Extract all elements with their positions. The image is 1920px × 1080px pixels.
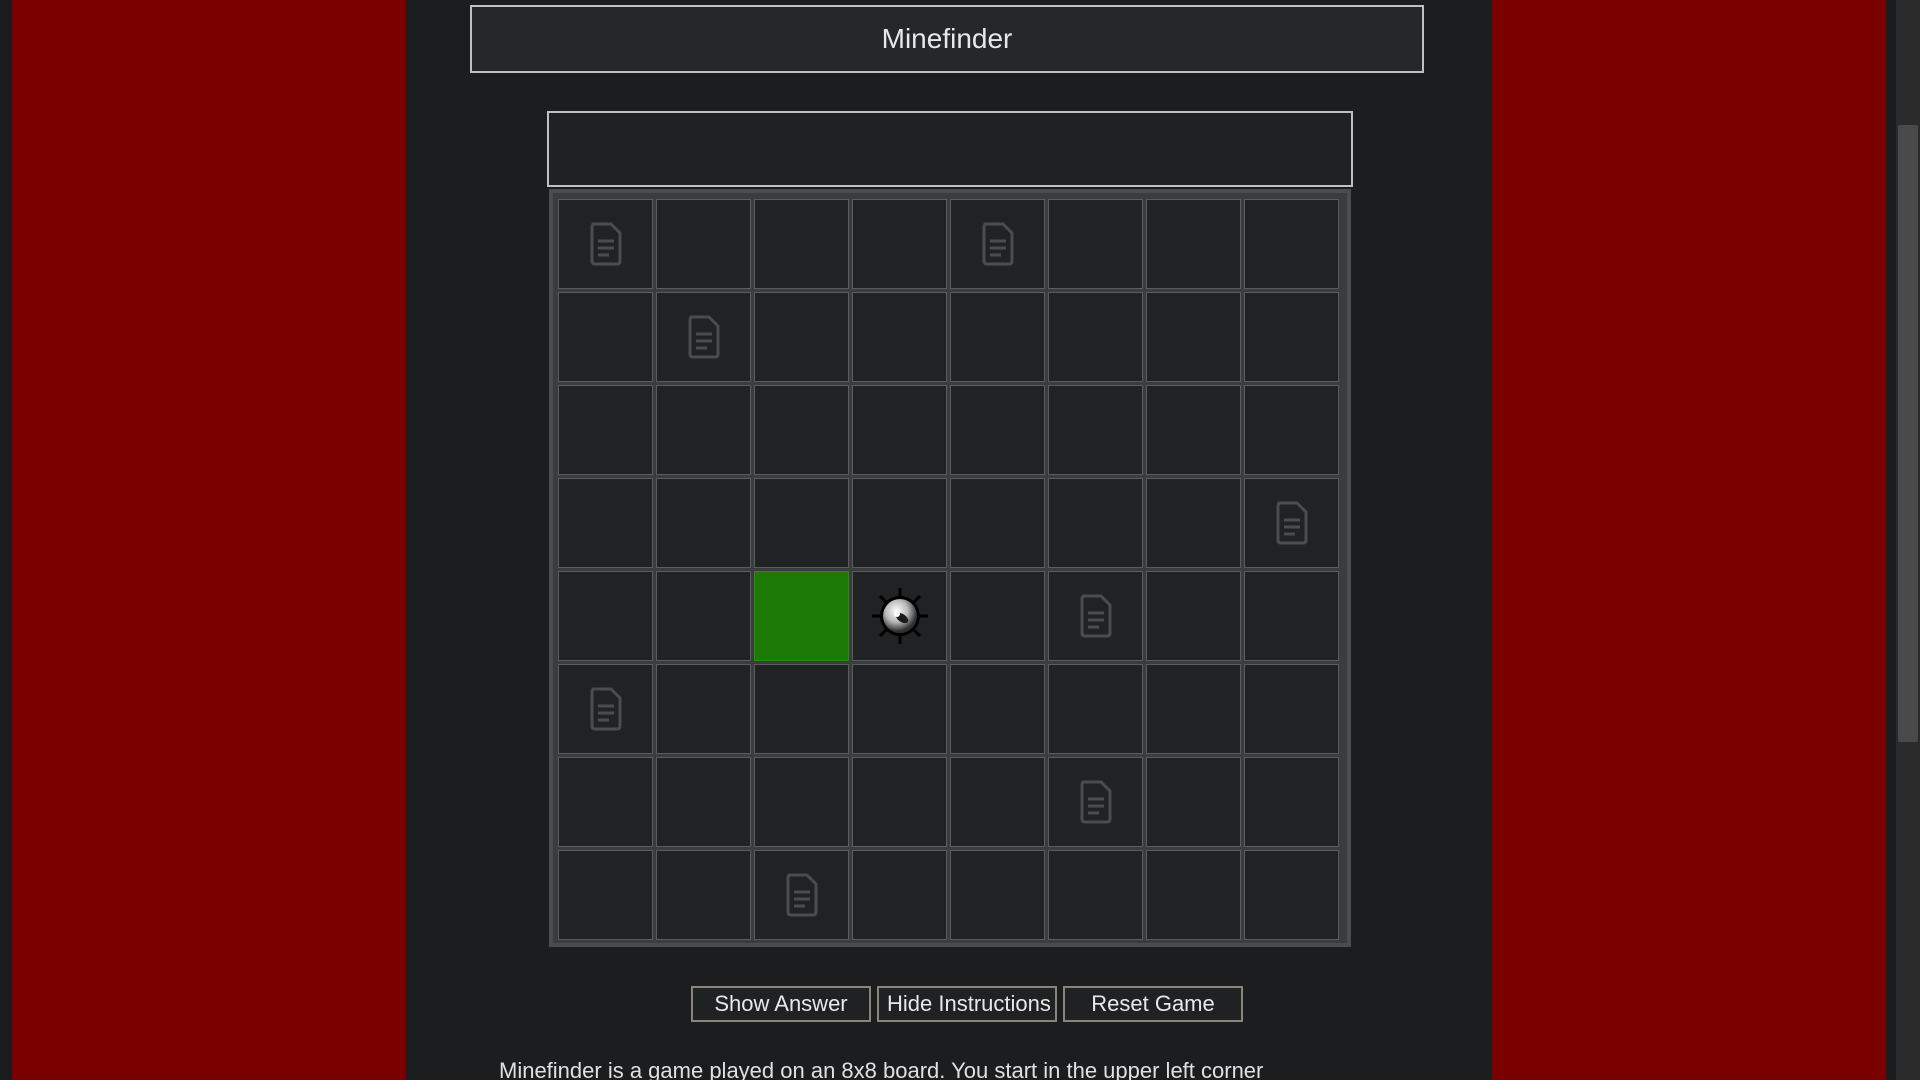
page: Minefinder Show Answer Hide Instructions… (0, 0, 1920, 1080)
board-cell[interactable] (754, 757, 849, 847)
document-icon (1077, 593, 1115, 639)
left-side-panel (12, 0, 406, 1080)
document-icon (979, 221, 1017, 267)
board-cell[interactable] (754, 478, 849, 568)
board-cell[interactable] (852, 571, 947, 661)
board-grid (558, 199, 1342, 940)
board-cell[interactable] (754, 292, 849, 382)
document-icon (1077, 779, 1115, 825)
board-cell[interactable] (1146, 757, 1241, 847)
board-cell[interactable] (1146, 292, 1241, 382)
board-cell[interactable] (950, 571, 1045, 661)
board-cell[interactable] (1244, 199, 1339, 289)
right-side-panel (1492, 0, 1886, 1080)
board-cell[interactable] (950, 199, 1045, 289)
button-bar: Show Answer Hide Instructions Reset Game (691, 986, 1243, 1022)
board-cell[interactable] (558, 664, 653, 754)
board-cell[interactable] (754, 199, 849, 289)
hide-instructions-button[interactable]: Hide Instructions (877, 986, 1057, 1022)
board-cell[interactable] (852, 757, 947, 847)
board-cell[interactable] (950, 478, 1045, 568)
board-cell[interactable] (1048, 850, 1143, 940)
board-cell[interactable] (950, 385, 1045, 475)
board-cell[interactable] (656, 571, 751, 661)
board-cell[interactable] (656, 385, 751, 475)
status-message-box (547, 111, 1353, 187)
board-cell[interactable] (852, 850, 947, 940)
game-board (549, 189, 1351, 947)
board-cell[interactable] (656, 199, 751, 289)
main-content: Minefinder Show Answer Hide Instructions… (406, 0, 1492, 1080)
board-cell[interactable] (1146, 571, 1241, 661)
board-cell[interactable] (1048, 199, 1143, 289)
board-cell[interactable] (950, 292, 1045, 382)
show-answer-button[interactable]: Show Answer (691, 986, 871, 1022)
board-cell[interactable] (656, 478, 751, 568)
board-cell[interactable] (656, 850, 751, 940)
document-icon (587, 221, 625, 267)
document-icon (783, 872, 821, 918)
scrollbar-thumb[interactable] (1898, 125, 1918, 742)
board-cell[interactable] (754, 850, 849, 940)
board-cell[interactable] (656, 292, 751, 382)
board-cell[interactable] (852, 385, 947, 475)
board-cell[interactable] (558, 571, 653, 661)
board-cell[interactable] (1244, 478, 1339, 568)
board-cell[interactable] (1146, 664, 1241, 754)
board-cell[interactable] (1048, 664, 1143, 754)
board-cell[interactable] (1146, 478, 1241, 568)
board-cell[interactable] (852, 292, 947, 382)
document-icon (1273, 500, 1311, 546)
board-cell[interactable] (1244, 757, 1339, 847)
board-cell[interactable] (558, 850, 653, 940)
board-cell[interactable] (558, 757, 653, 847)
board-cell[interactable] (656, 664, 751, 754)
document-icon (685, 314, 723, 360)
board-cell[interactable] (1146, 385, 1241, 475)
board-cell[interactable] (950, 850, 1045, 940)
board-cell[interactable] (1244, 850, 1339, 940)
board-cell[interactable] (1048, 385, 1143, 475)
board-cell[interactable] (1244, 292, 1339, 382)
board-cell[interactable] (1048, 571, 1143, 661)
board-cell[interactable] (852, 478, 947, 568)
page-title: Minefinder (470, 5, 1424, 73)
board-cell[interactable] (950, 757, 1045, 847)
board-cell[interactable] (1048, 292, 1143, 382)
board-cell[interactable] (1146, 850, 1241, 940)
board-cell[interactable] (852, 199, 947, 289)
board-cell[interactable] (1048, 757, 1143, 847)
board-cell[interactable] (558, 199, 653, 289)
mine-icon (870, 586, 930, 646)
board-cell[interactable] (1244, 385, 1339, 475)
board-cell[interactable] (950, 664, 1045, 754)
board-cell[interactable] (656, 757, 751, 847)
board-cell[interactable] (558, 478, 653, 568)
board-cell[interactable] (558, 385, 653, 475)
board-cell[interactable] (1146, 199, 1241, 289)
board-cell[interactable] (1244, 664, 1339, 754)
reset-game-button[interactable]: Reset Game (1063, 986, 1243, 1022)
player-cell[interactable] (754, 571, 849, 661)
board-cell[interactable] (558, 292, 653, 382)
board-cell[interactable] (754, 385, 849, 475)
instructions-text: Minefinder is a game played on an 8x8 bo… (499, 1058, 1264, 1080)
board-cell[interactable] (852, 664, 947, 754)
board-cell[interactable] (754, 664, 849, 754)
board-cell[interactable] (1244, 571, 1339, 661)
board-cell[interactable] (1048, 478, 1143, 568)
document-icon (587, 686, 625, 732)
